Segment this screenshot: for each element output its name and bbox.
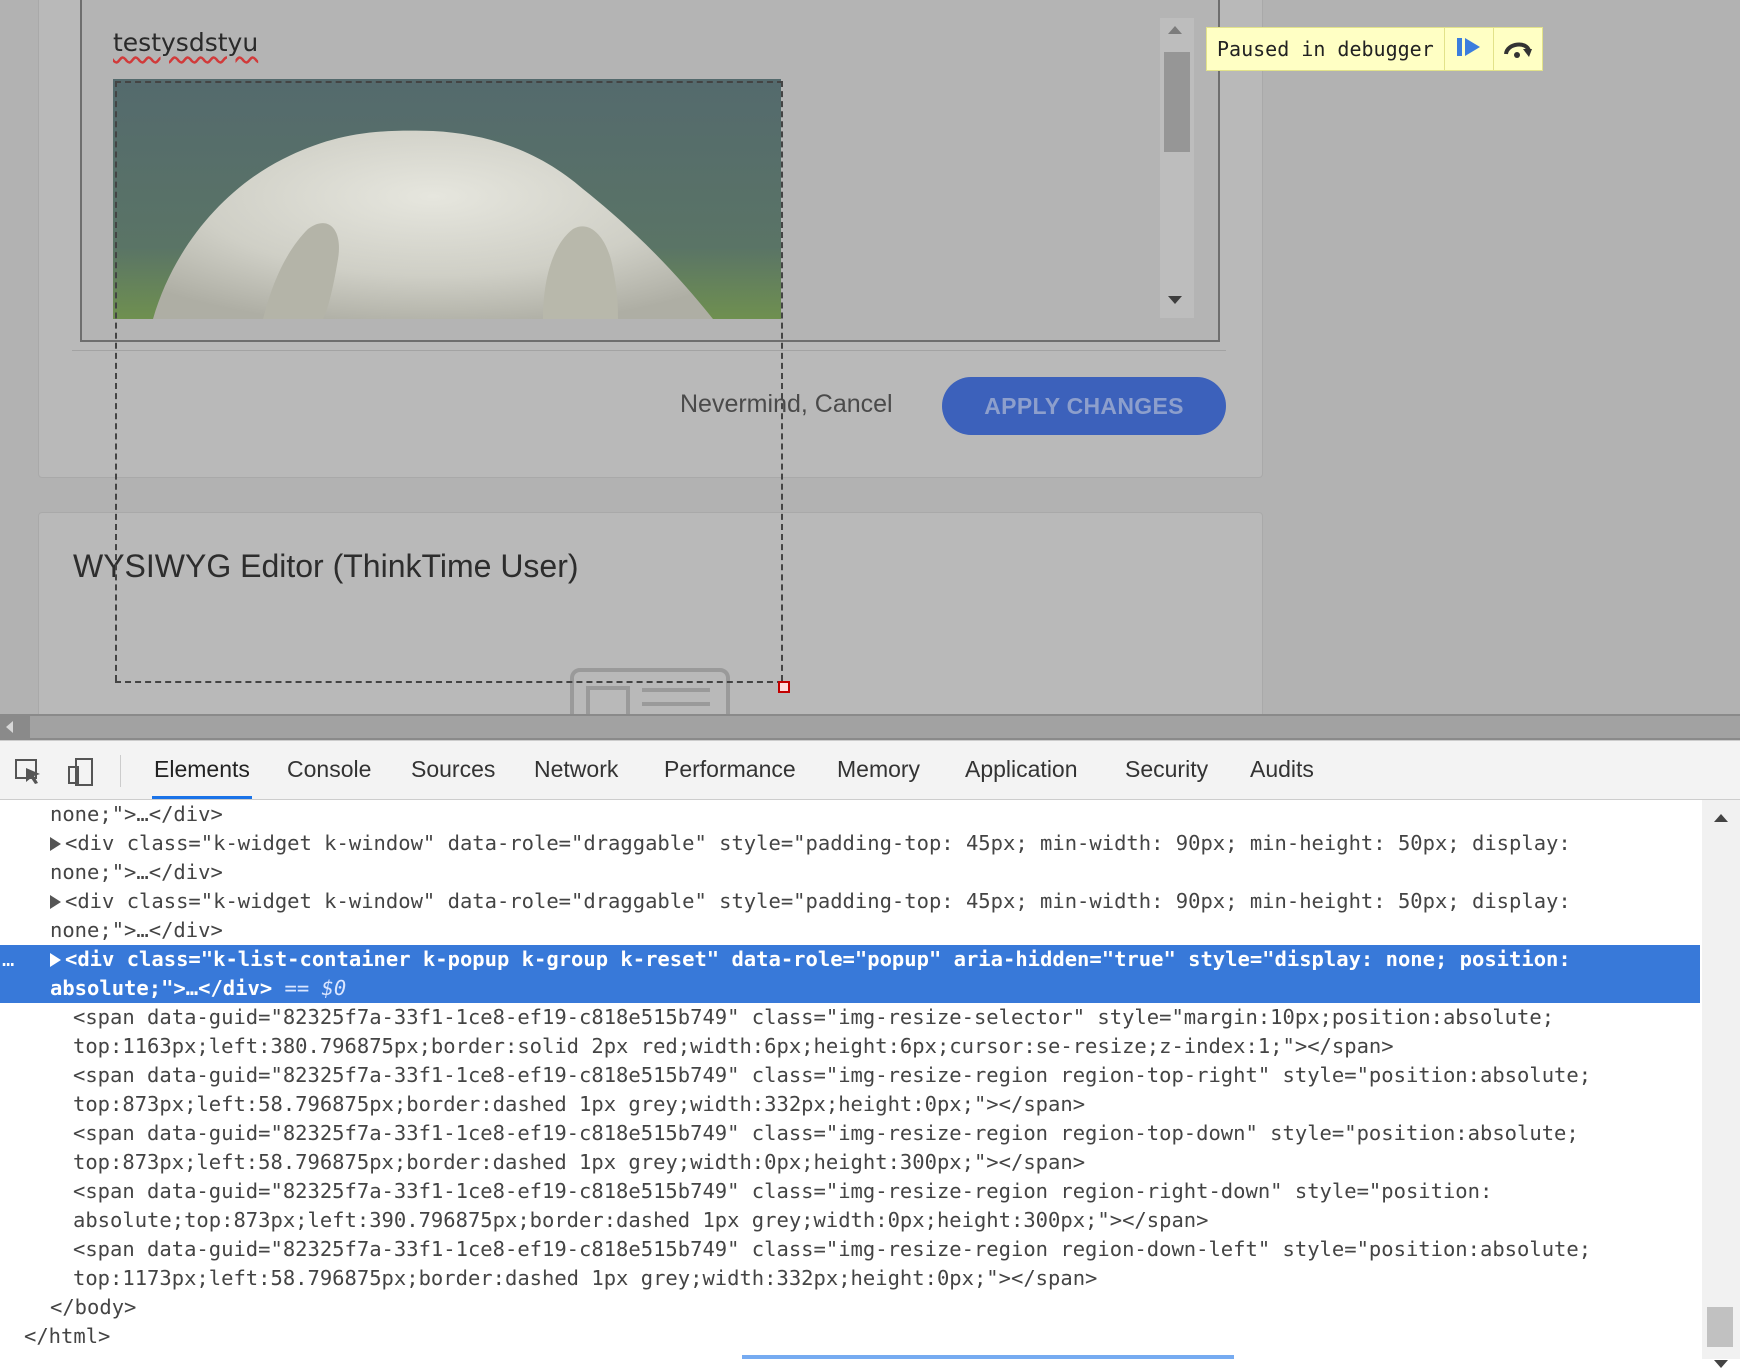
scrollbar-thumb[interactable] (1164, 52, 1190, 152)
wysiwyg-title: WYSIWYG Editor (ThinkTime User) (73, 548, 579, 584)
dom-line[interactable]: none;">…</div> (0, 858, 1700, 887)
panel-resize-indicator (742, 1355, 1234, 1359)
scroll-left-icon[interactable] (6, 721, 13, 733)
toolbar-divider (120, 755, 121, 787)
scroll-down-icon[interactable] (1714, 1360, 1728, 1368)
tab-performance[interactable]: Performance (662, 741, 798, 799)
dom-line[interactable]: top:1163px;left:380.796875px;border:soli… (0, 1032, 1700, 1061)
expand-triangle-icon[interactable] (50, 837, 61, 851)
dom-tree-scrollbar[interactable] (1702, 800, 1740, 1368)
selected-node-marker: == $0 (272, 976, 347, 1000)
resume-button[interactable] (1443, 28, 1493, 70)
tab-memory[interactable]: Memory (835, 741, 922, 799)
dom-line[interactable]: <span data-guid="82325f7a-33f1-1ce8-ef19… (0, 1177, 1700, 1206)
dom-line-text: <div class="k-widget k-window" data-role… (65, 889, 1571, 913)
dom-line[interactable]: <span data-guid="82325f7a-33f1-1ce8-ef19… (0, 1003, 1700, 1032)
dom-node[interactable]: <div class="k-widget k-window" data-role… (0, 887, 1700, 916)
dom-line[interactable]: top:873px;left:58.796875px;border:dashed… (0, 1148, 1700, 1177)
dom-line[interactable]: <span data-guid="82325f7a-33f1-1ce8-ef19… (0, 1119, 1700, 1148)
scrollbar-thumb[interactable] (1707, 1307, 1733, 1347)
tab-sources[interactable]: Sources (409, 741, 497, 799)
scroll-down-icon[interactable] (1168, 296, 1182, 304)
debugger-label: Paused in debugger (1217, 37, 1434, 61)
dom-line[interactable]: <span data-guid="82325f7a-33f1-1ce8-ef19… (0, 1235, 1700, 1264)
editor-scrollbar[interactable] (1160, 18, 1194, 318)
expand-triangle-icon[interactable] (50, 895, 61, 909)
dom-line-text: <div class="k-widget k-window" data-role… (65, 831, 1571, 855)
resize-region-bottom (115, 681, 783, 683)
editor-placeholder-icon (570, 668, 730, 714)
dog-image[interactable] (113, 79, 781, 319)
step-over-button[interactable] (1492, 28, 1542, 70)
scrollbar-thumb[interactable] (30, 716, 1740, 738)
resize-region-left (115, 81, 117, 681)
dom-tree[interactable]: none;">…</div> <div class="k-widget k-wi… (0, 800, 1700, 1359)
scroll-up-icon[interactable] (1168, 26, 1182, 34)
dom-node-selected[interactable]: … <div class="k-list-container k-popup k-… (0, 945, 1700, 974)
tab-application[interactable]: Application (963, 741, 1080, 799)
dom-node-selected-continued[interactable]: absolute;">…</div> == $0 (0, 974, 1700, 1003)
resize-region-top (115, 81, 783, 83)
cancel-button[interactable]: Nevermind, Cancel (680, 390, 893, 419)
dom-line[interactable]: top:1173px;left:58.796875px;border:dashe… (0, 1264, 1700, 1293)
scroll-up-icon[interactable] (1714, 814, 1728, 822)
debugger-banner: Paused in debugger (1206, 27, 1543, 71)
page-viewport: testysdstyu Nevermind, Cancel APPLY CHAN… (0, 0, 1740, 714)
devtools-toolbar: Elements Console Sources Network Perform… (0, 741, 1740, 800)
resume-icon (1455, 35, 1483, 63)
tab-console[interactable]: Console (285, 741, 373, 799)
tab-elements[interactable]: Elements (152, 741, 252, 799)
dom-line[interactable]: none;">…</div> (0, 800, 1700, 829)
more-options-icon[interactable]: … (2, 945, 14, 974)
dom-node[interactable]: <div class="k-widget k-window" data-role… (0, 829, 1700, 858)
devtools-panel: Elements Console Sources Network Perform… (0, 740, 1740, 1368)
tab-audits[interactable]: Audits (1248, 741, 1316, 799)
tab-network[interactable]: Network (532, 741, 620, 799)
resize-region-right (781, 81, 783, 681)
dom-line[interactable]: top:873px;left:58.796875px;border:dashed… (0, 1090, 1700, 1119)
inspect-element-icon[interactable] (14, 757, 44, 787)
dom-line[interactable]: <span data-guid="82325f7a-33f1-1ce8-ef19… (0, 1061, 1700, 1090)
dom-line[interactable]: none;">…</div> (0, 916, 1700, 945)
dom-line-text: absolute;">…</div> (50, 976, 273, 1000)
dom-line[interactable]: absolute;top:873px;left:390.796875px;bor… (0, 1206, 1700, 1235)
page-horizontal-scrollbar[interactable] (0, 714, 1740, 740)
dom-line-text: <div class="k-list-container k-popup k-g… (65, 947, 1571, 971)
device-toolbar-icon[interactable] (66, 757, 96, 787)
step-over-icon (1501, 35, 1535, 63)
dom-line-html-close[interactable]: </html> (0, 1322, 1700, 1351)
editor-text[interactable]: testysdstyu (113, 28, 258, 57)
expand-triangle-icon[interactable] (50, 953, 61, 967)
resize-handle[interactable] (778, 681, 790, 693)
tab-security[interactable]: Security (1123, 741, 1210, 799)
apply-changes-button[interactable]: APPLY CHANGES (942, 377, 1226, 435)
dom-line-body-close[interactable]: </body> (0, 1293, 1700, 1322)
